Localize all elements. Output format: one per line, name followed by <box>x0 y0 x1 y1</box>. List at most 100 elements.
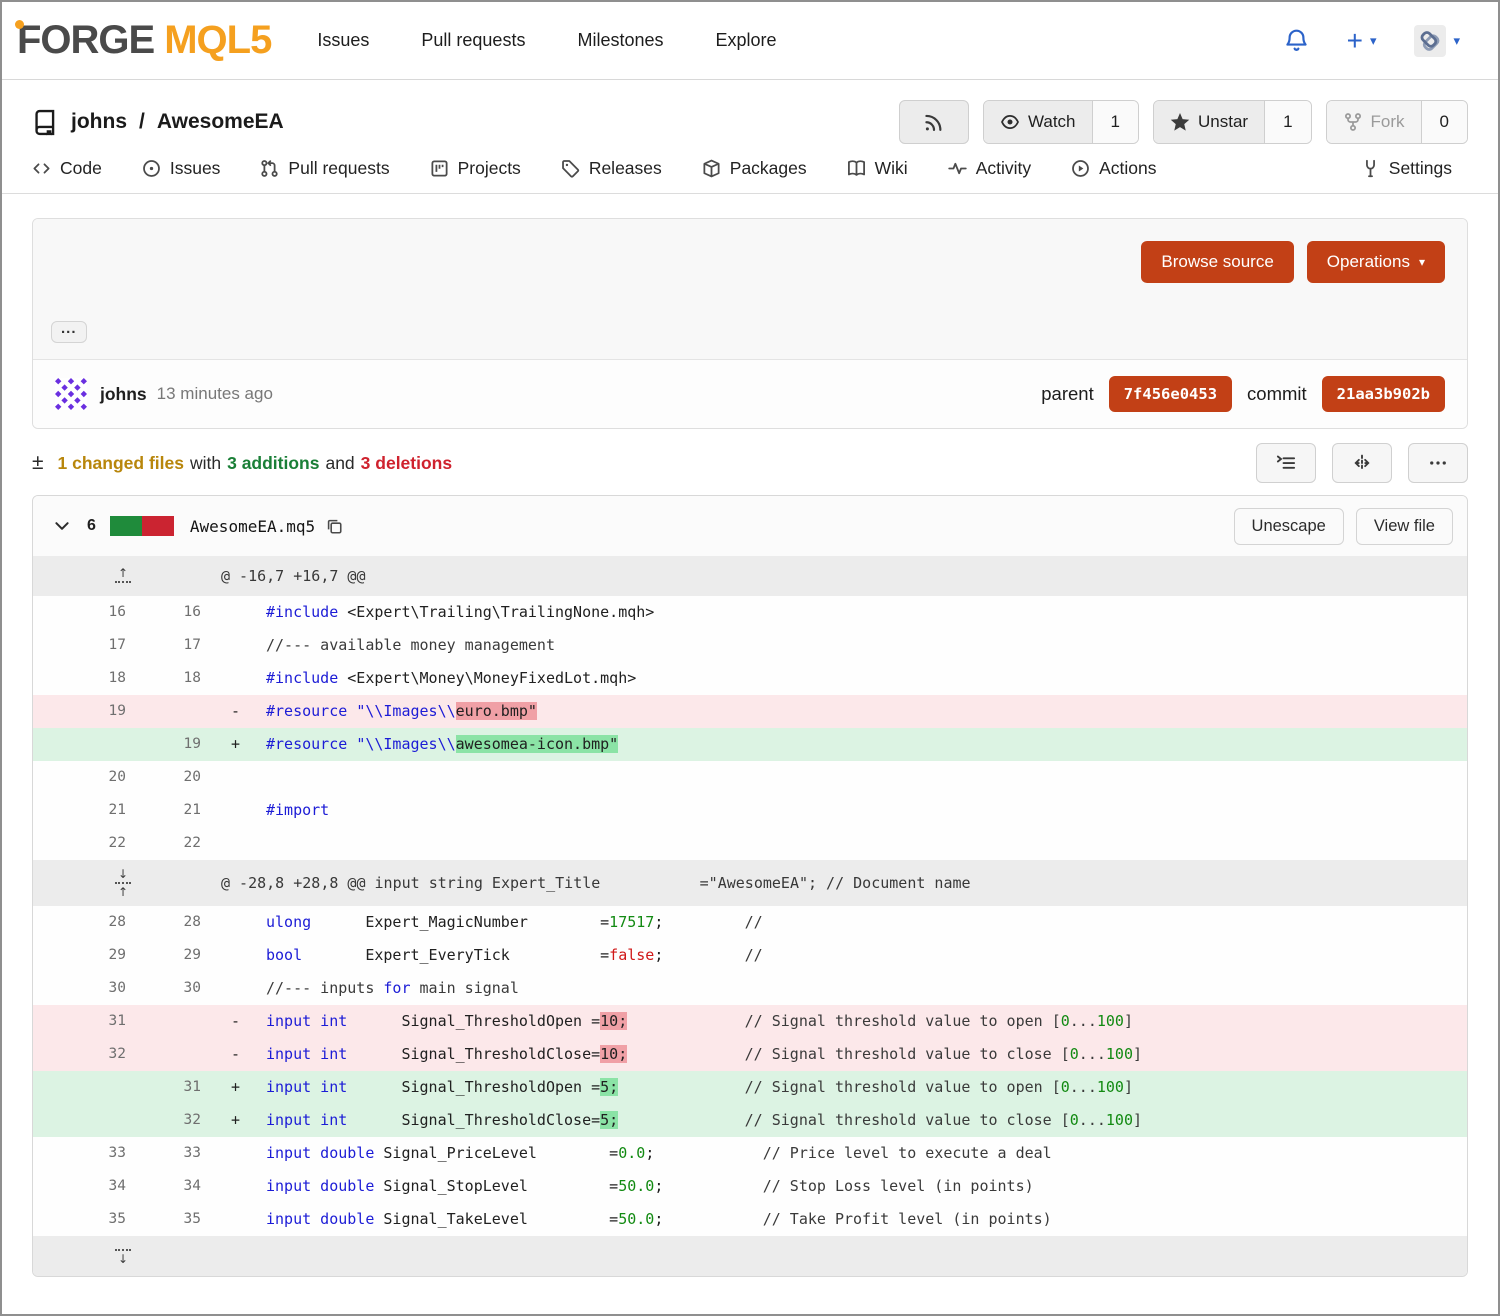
diff-sign <box>213 906 258 939</box>
view-file-button[interactable]: View file <box>1356 508 1453 545</box>
expand-gutter[interactable]: ↓↑ <box>33 860 213 906</box>
commit-label: commit <box>1247 383 1307 405</box>
diff-line-ctx: 3030//--- inputs for main signal <box>33 972 1467 1005</box>
tab-code[interactable]: Code <box>32 158 102 179</box>
code-icon <box>32 159 51 178</box>
diff-sign <box>213 939 258 972</box>
nav-item-issues[interactable]: Issues <box>317 30 369 51</box>
stat-word: with <box>190 453 221 474</box>
fork-count[interactable]: 0 <box>1421 101 1467 143</box>
issue-icon <box>142 159 161 178</box>
rss-icon <box>923 111 945 133</box>
diff-sign: + <box>213 728 258 761</box>
tab-packages[interactable]: Packages <box>702 158 807 179</box>
notifications-bell-icon[interactable] <box>1284 28 1309 53</box>
unstar-button[interactable]: Unstar <box>1154 101 1264 143</box>
user-menu[interactable]: ▾ <box>1414 25 1460 57</box>
diff-line-ctx: 1717//--- available money management <box>33 629 1467 662</box>
watch-button[interactable]: Watch <box>984 101 1092 143</box>
author-identicon-avatar[interactable] <box>55 378 87 410</box>
unescape-button[interactable]: Unescape <box>1234 508 1344 545</box>
nav-links: Issues Pull requests Milestones Explore <box>317 30 776 51</box>
tab-label: Wiki <box>875 158 908 179</box>
code-line: #include <Expert\Money\MoneyFixedLot.mqh… <box>258 662 1467 695</box>
tab-projects[interactable]: Projects <box>430 158 521 179</box>
commit-hash-button[interactable]: 21aa3b902b <box>1322 376 1445 412</box>
diff-sign <box>213 1203 258 1236</box>
tab-label: Settings <box>1389 158 1452 179</box>
site-logo[interactable]: FORGE MQL5 <box>17 18 271 63</box>
tab-issues[interactable]: Issues <box>142 158 221 179</box>
commit-author-name[interactable]: johns <box>100 384 147 405</box>
tab-pull-requests[interactable]: Pull requests <box>260 158 389 179</box>
file-name[interactable]: AwesomeEA.mq5 <box>190 517 315 536</box>
browse-source-button[interactable]: Browse source <box>1141 241 1293 283</box>
commit-refs: parent 7f456e0453 commit 21aa3b902b <box>1041 376 1445 412</box>
diff-view-options <box>1256 443 1468 483</box>
repo-book-icon <box>32 109 59 136</box>
diff-stat-row: ± 1 changed files with 3 additions and 3… <box>32 443 1468 483</box>
diff-options-ellipsis-button[interactable] <box>1408 443 1468 483</box>
old-line-number: 20 <box>33 761 138 794</box>
expand-gutter[interactable]: ↓ <box>33 1236 213 1276</box>
commit-box: Browse source Operations ▾ ... johns 13 <box>32 218 1468 429</box>
expand-gutter[interactable]: ↑ <box>33 556 213 596</box>
repo-title: johns / AwesomeEA <box>32 109 284 136</box>
diff-sign: - <box>213 1005 258 1038</box>
star-button-group: Unstar 1 <box>1153 100 1312 144</box>
tab-settings[interactable]: Settings <box>1361 158 1452 179</box>
unstar-label: Unstar <box>1198 112 1248 132</box>
new-line-number: 32 <box>138 1104 213 1137</box>
old-line-number: 35 <box>33 1203 138 1236</box>
watch-count[interactable]: 1 <box>1092 101 1138 143</box>
create-new-button[interactable]: + ▾ <box>1347 31 1377 51</box>
expand-up-icon[interactable]: ↑ <box>115 567 131 585</box>
diff-line-del: 19-#resource "\\Images\\euro.bmp" <box>33 695 1467 728</box>
diff-file-list-button[interactable] <box>1256 443 1316 483</box>
operations-dropdown[interactable]: Operations ▾ <box>1307 241 1445 283</box>
old-line-number: 34 <box>33 1170 138 1203</box>
diff-line-add: 19+#resource "\\Images\\awesomea-icon.bm… <box>33 728 1467 761</box>
rss-feed-button[interactable] <box>899 100 969 144</box>
watch-button-group: Watch 1 <box>983 100 1139 144</box>
old-line-number: 33 <box>33 1137 138 1170</box>
expand-down-icon[interactable]: ↓ <box>115 1247 131 1265</box>
diff-sign: + <box>213 1104 258 1137</box>
diff-line-add: 31+input int Signal_ThresholdOpen =5; //… <box>33 1071 1467 1104</box>
old-line-number <box>33 1071 138 1104</box>
wiki-book-icon <box>847 159 866 178</box>
new-line-number: 35 <box>138 1203 213 1236</box>
expand-both-icon[interactable]: ↓↑ <box>115 868 131 898</box>
deletions-count: 3 deletions <box>361 453 452 474</box>
split-view-button[interactable] <box>1332 443 1392 483</box>
package-icon <box>702 159 721 178</box>
changed-files-count[interactable]: 1 changed files <box>58 453 184 474</box>
repo-tabs: Code Issues Pull requests Projects Relea… <box>2 148 1498 194</box>
commit-more-button[interactable]: ... <box>51 321 87 343</box>
old-line-number: 22 <box>33 827 138 860</box>
file-list-icon <box>1276 453 1296 473</box>
code-line: input int Signal_ThresholdOpen =10; // S… <box>258 1005 1467 1038</box>
parent-hash-button[interactable]: 7f456e0453 <box>1109 376 1232 412</box>
repo-name[interactable]: AwesomeEA <box>157 110 284 134</box>
nav-item-explore[interactable]: Explore <box>716 30 777 51</box>
nav-item-milestones[interactable]: Milestones <box>577 30 663 51</box>
diff-line-ctx: 3434input double Signal_StopLevel =50.0;… <box>33 1170 1467 1203</box>
fork-button[interactable]: Fork <box>1327 101 1421 143</box>
nav-item-pull-requests[interactable]: Pull requests <box>421 30 525 51</box>
new-line-number: 31 <box>138 1071 213 1104</box>
tab-activity[interactable]: Activity <box>948 158 1031 179</box>
tab-actions[interactable]: Actions <box>1071 158 1156 179</box>
collapse-file-chevron-icon[interactable] <box>53 517 71 535</box>
tab-releases[interactable]: Releases <box>561 158 662 179</box>
tab-label: Issues <box>170 158 221 179</box>
repo-actions: Watch 1 Unstar 1 <box>899 100 1468 144</box>
repo-owner[interactable]: johns <box>71 110 127 134</box>
chevron-down-icon: ▾ <box>1419 255 1425 269</box>
code-line: bool Expert_EveryTick =false; // <box>258 939 1467 972</box>
tab-wiki[interactable]: Wiki <box>847 158 908 179</box>
new-line-number <box>138 1038 213 1071</box>
copy-filename-button[interactable] <box>325 517 343 535</box>
star-count[interactable]: 1 <box>1264 101 1310 143</box>
old-line-number: 16 <box>33 596 138 629</box>
